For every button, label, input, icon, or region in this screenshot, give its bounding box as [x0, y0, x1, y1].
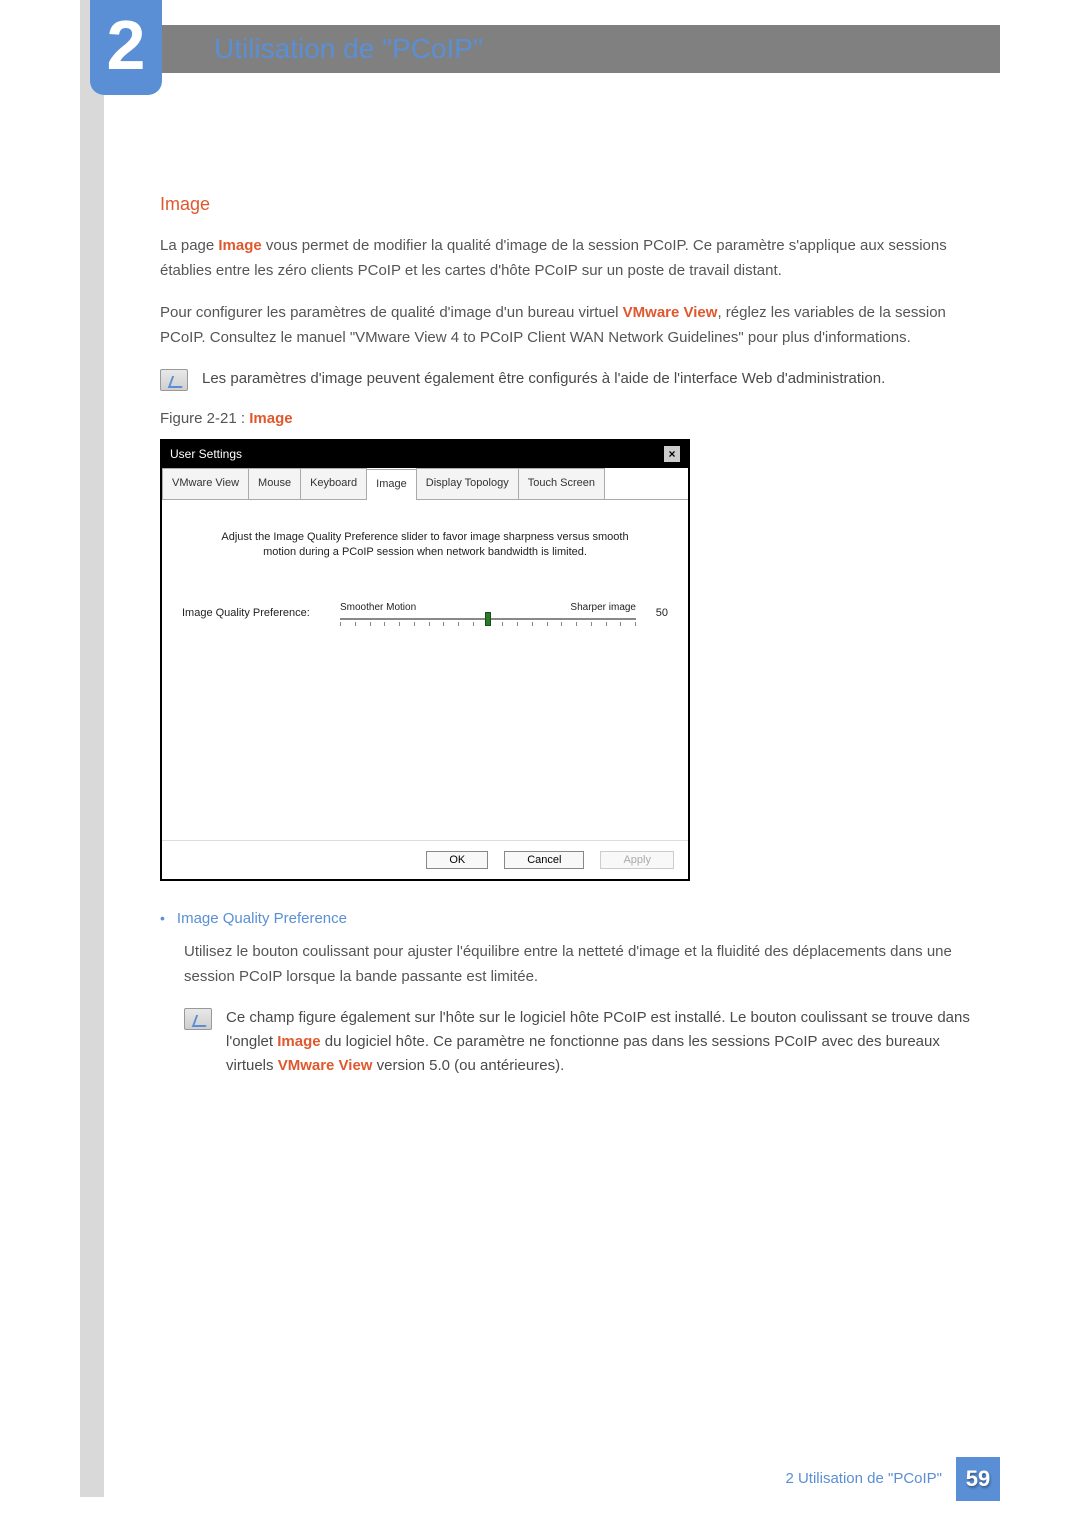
- tab-display-topology[interactable]: Display Topology: [416, 468, 519, 499]
- paragraph-1: La page Image vous permet de modifier la…: [160, 233, 990, 284]
- page-number: 59: [956, 1457, 1000, 1501]
- figure-name: Image: [249, 410, 292, 427]
- dialog-instruction: Adjust the Image Quality Preference slid…: [182, 530, 668, 561]
- dialog-titlebar: User Settings ×: [162, 441, 688, 468]
- dialog-title: User Settings: [170, 445, 242, 464]
- note-1: Les paramètres d'image peuvent également…: [160, 367, 990, 391]
- slider-track[interactable]: [340, 618, 636, 620]
- paragraph-2: Pour configurer les paramètres de qualit…: [160, 300, 990, 351]
- user-settings-dialog: User Settings × VMware View Mouse Keyboa…: [160, 439, 690, 881]
- left-stripe: [80, 0, 104, 1497]
- note-text: Les paramètres d'image peuvent également…: [202, 367, 885, 391]
- footer: 2 Utilisation de "PCoIP" 59: [785, 1457, 1000, 1501]
- keyword-image: Image: [218, 237, 261, 254]
- note-icon: [184, 1008, 212, 1030]
- bullet-dot-icon: •: [160, 907, 165, 931]
- bullet-note-text: Ce champ figure également sur l'hôte sur…: [226, 1006, 990, 1078]
- keyword-vmware-view: VMware View: [623, 304, 718, 321]
- figure-caption: Figure 2-21 : Image: [160, 407, 990, 431]
- footer-text: 2 Utilisation de "PCoIP": [785, 1467, 942, 1491]
- text: La page: [160, 237, 218, 254]
- dialog-tabs: VMware View Mouse Keyboard Image Display…: [162, 468, 688, 500]
- apply-button: Apply: [600, 851, 674, 869]
- note-icon: [160, 369, 188, 391]
- close-icon[interactable]: ×: [664, 446, 680, 462]
- tab-image[interactable]: Image: [366, 469, 417, 500]
- tab-vmware-view[interactable]: VMware View: [162, 468, 249, 499]
- chapter-title: Utilisation de "PCoIP": [214, 27, 483, 72]
- slider-right-label: Sharper image: [570, 600, 636, 616]
- bullet-body: Utilisez le bouton coulissant pour ajust…: [184, 939, 990, 990]
- tab-keyboard[interactable]: Keyboard: [300, 468, 367, 499]
- bullet-title: Image Quality Preference: [177, 907, 347, 931]
- slider-left-label: Smoother Motion: [340, 600, 416, 616]
- header-bar: Utilisation de "PCoIP": [104, 25, 1000, 73]
- text: Pour configurer les paramètres de qualit…: [160, 304, 623, 321]
- tab-mouse[interactable]: Mouse: [248, 468, 301, 499]
- ok-button[interactable]: OK: [426, 851, 488, 869]
- dialog-body: Adjust the Image Quality Preference slid…: [162, 500, 688, 840]
- tab-touch-screen[interactable]: Touch Screen: [518, 468, 605, 499]
- bullet-note: Ce champ figure également sur l'hôte sur…: [184, 1006, 990, 1078]
- slider-thumb[interactable]: [485, 612, 491, 626]
- bullet-item: • Image Quality Preference: [160, 907, 990, 931]
- cancel-button[interactable]: Cancel: [504, 851, 584, 869]
- slider-row: Image Quality Preference: Smoother Motio…: [182, 600, 668, 626]
- text: version 5.0 (ou antérieures).: [372, 1057, 564, 1074]
- dialog-buttons: OK Cancel Apply: [162, 840, 688, 879]
- slider[interactable]: Smoother Motion Sharper image: [340, 600, 636, 626]
- section-heading: Image: [160, 190, 990, 219]
- text: vous permet de modifier la qualité d'ima…: [160, 237, 947, 280]
- keyword-image: Image: [277, 1033, 320, 1050]
- chapter-number: 2: [107, 10, 146, 80]
- keyword-vmware-view: VMware View: [278, 1057, 373, 1074]
- text: Figure 2-21 :: [160, 410, 249, 427]
- chapter-badge: 2: [90, 0, 162, 95]
- slider-value: 50: [644, 605, 668, 623]
- slider-label: Image Quality Preference:: [182, 605, 332, 623]
